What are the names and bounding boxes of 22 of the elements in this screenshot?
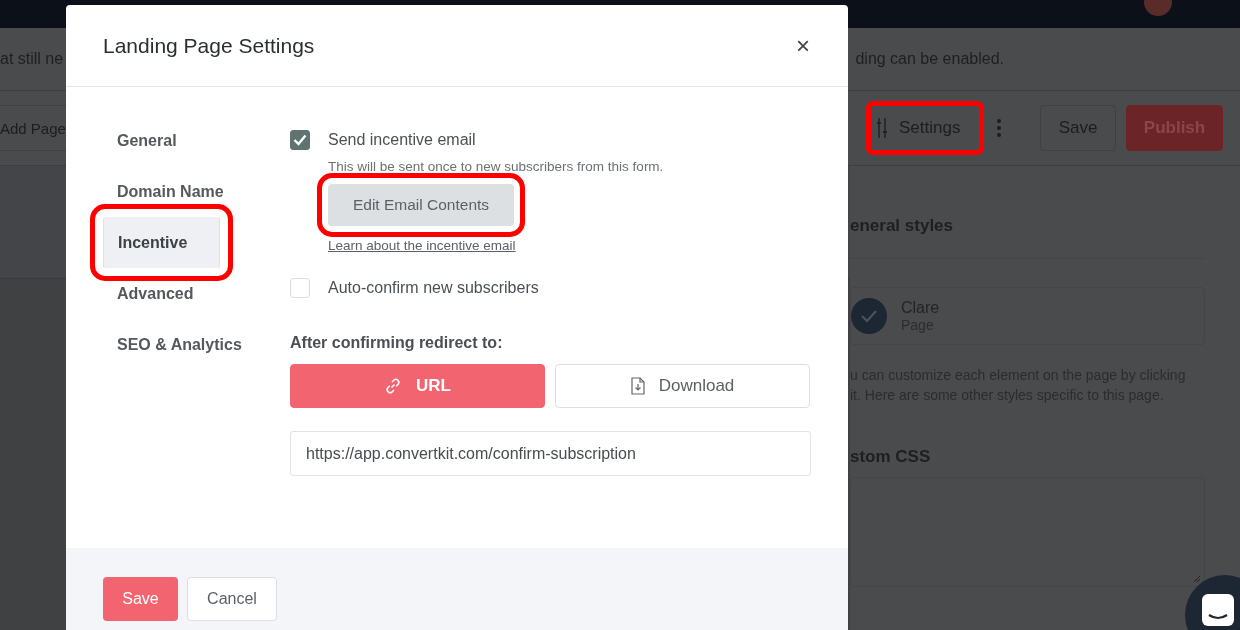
sliders-icon	[877, 117, 887, 139]
settings-tab[interactable]: Domain Name	[103, 166, 238, 217]
learn-link[interactable]: Learn about the incentive email	[328, 238, 516, 253]
more-icon[interactable]	[996, 118, 1002, 138]
resize-grip-icon	[1193, 575, 1201, 583]
dialog-title: Landing Page Settings	[103, 33, 315, 58]
section-label: After confirming redirect to:	[290, 334, 503, 352]
chat-icon	[1201, 593, 1235, 627]
redirect-option-button[interactable]: Download	[555, 364, 810, 408]
settings-tab[interactable]: Advanced	[103, 268, 220, 319]
checkbox-label: Send incentive email	[328, 131, 476, 149]
link-icon	[384, 377, 402, 395]
check-circle-icon	[851, 298, 887, 334]
checkbox[interactable]	[290, 130, 310, 150]
url-input[interactable]: https://app.convertkit.com/confirm-subscription	[290, 431, 811, 476]
hint-text: This will be sent once to new subscribers from this form.	[328, 159, 664, 174]
settings-tab[interactable]: SEO & Analytics	[103, 319, 256, 370]
close-button[interactable]: ×	[794, 33, 812, 58]
settings-tab[interactable]: General	[103, 115, 220, 166]
cancel-button[interactable]: Cancel	[187, 577, 277, 621]
checkbox-label: Auto-confirm new subscribers	[328, 279, 539, 297]
file-download-icon	[630, 377, 645, 395]
